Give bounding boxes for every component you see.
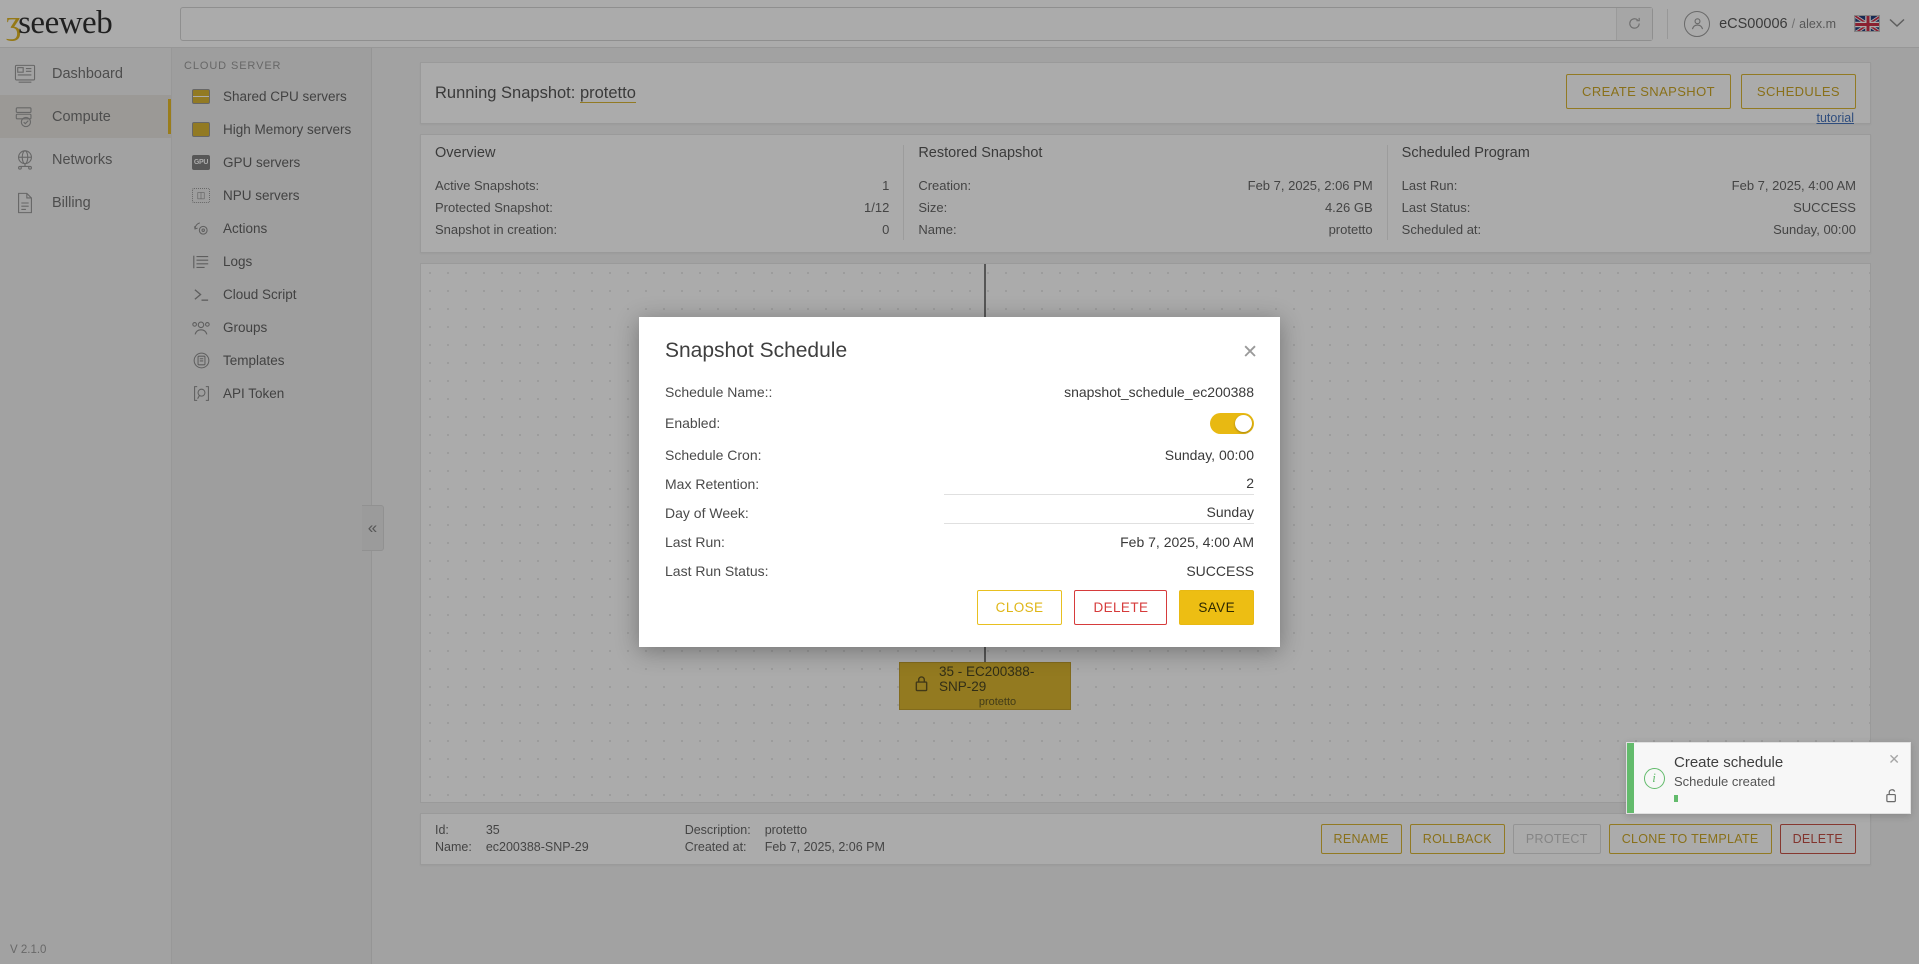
field-value: snapshot_schedule_ec200388	[1064, 383, 1254, 400]
info-glyph: i	[1643, 767, 1665, 789]
toast-notification: i Create schedule Schedule created ✕	[1626, 742, 1911, 814]
unlock-icon[interactable]	[1885, 788, 1900, 806]
day-of-week-input[interactable]	[944, 501, 1254, 524]
field-max-retention: Max Retention:	[665, 469, 1254, 498]
toggle-knob	[1235, 414, 1252, 432]
close-icon[interactable]: ✕	[1242, 343, 1258, 362]
toast-title: Create schedule	[1674, 754, 1784, 771]
field-schedule-name: Schedule Name:: snapshot_schedule_ec2003…	[665, 377, 1254, 406]
toast-body: Create schedule Schedule created ✕	[1674, 743, 1910, 813]
field-value: Feb 7, 2025, 4:00 AM	[1120, 533, 1254, 550]
field-last-run: Last Run: Feb 7, 2025, 4:00 AM	[665, 527, 1254, 556]
field-day-of-week: Day of Week:	[665, 498, 1254, 527]
dialog-close-button[interactable]: CLOSE	[976, 590, 1063, 625]
field-last-run-status: Last Run Status: SUCCESS	[665, 556, 1254, 585]
field-label: Schedule Name::	[665, 383, 773, 400]
field-value: Sunday, 00:00	[1164, 446, 1254, 463]
field-label: Last Run:	[665, 533, 725, 550]
toast-progress-bar	[1674, 795, 1678, 802]
field-label: Max Retention:	[665, 475, 760, 492]
dialog-delete-button[interactable]: DELETE	[1074, 590, 1168, 625]
field-value: SUCCESS	[1186, 562, 1254, 579]
close-icon[interactable]: ✕	[1888, 751, 1900, 768]
field-label: Day of Week:	[665, 504, 749, 521]
max-retention-input[interactable]	[944, 472, 1254, 495]
app-root: ʒ seeweb eCS00006 / alex.m Dashboard Com…	[0, 0, 1919, 964]
snapshot-schedule-dialog: Snapshot Schedule ✕ Schedule Name:: snap…	[639, 317, 1280, 647]
field-enabled: Enabled:	[665, 406, 1254, 440]
dialog-actions: CLOSE DELETE SAVE	[976, 590, 1254, 625]
toast-accent-bar	[1627, 743, 1634, 813]
field-label: Last Run Status:	[665, 562, 769, 579]
field-label: Enabled:	[665, 415, 721, 431]
field-label: Schedule Cron:	[665, 446, 762, 463]
dialog-save-button[interactable]: SAVE	[1179, 590, 1254, 625]
info-circle-icon: i	[1634, 743, 1674, 813]
enabled-toggle[interactable]	[1210, 412, 1254, 434]
toast-message: Schedule created	[1674, 774, 1776, 789]
field-schedule-cron: Schedule Cron: Sunday, 00:00	[665, 440, 1254, 469]
dialog-title: Snapshot Schedule	[665, 339, 848, 362]
